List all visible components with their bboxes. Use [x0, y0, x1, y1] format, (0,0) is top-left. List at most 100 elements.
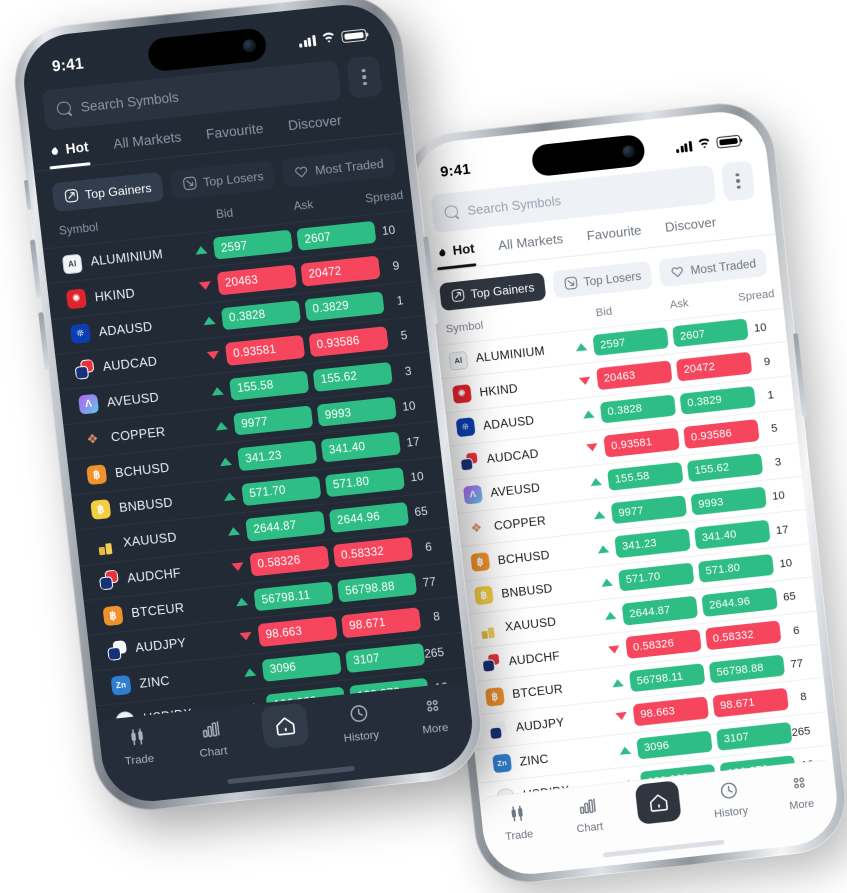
bid-price[interactable]: 20463	[596, 360, 673, 391]
arrow-up-icon	[216, 491, 243, 502]
bid-price[interactable]: 341.23	[237, 440, 318, 472]
nav-trade[interactable]: Trade	[104, 722, 172, 769]
trend-up-icon	[63, 188, 80, 204]
nav-home[interactable]	[252, 702, 320, 750]
kebab-menu-icon[interactable]	[720, 160, 756, 202]
bid-price[interactable]: 3096	[261, 651, 342, 682]
ask-price[interactable]: 2644.96	[328, 502, 410, 533]
bid-price[interactable]: 0.93581	[603, 427, 680, 458]
ask-price[interactable]: 20472	[300, 255, 381, 287]
nav-history[interactable]: History	[697, 776, 762, 822]
ask-price[interactable]: 9993	[690, 486, 767, 516]
symbol-label: XAUUSD	[122, 530, 178, 551]
symbol-label: ZINC	[138, 673, 171, 691]
symbol-label: COPPER	[493, 514, 547, 534]
bid-price[interactable]: 2644.87	[621, 595, 699, 626]
bid-price[interactable]: 0.58326	[249, 545, 330, 577]
bid-price[interactable]: 571.70	[241, 475, 322, 507]
symbol-label: BCHUSD	[497, 547, 551, 567]
power-button[interactable]	[793, 333, 807, 418]
bid-price[interactable]: 56798.11	[628, 663, 706, 693]
aave-icon: Λ	[462, 484, 483, 505]
nav-chart[interactable]: Chart	[178, 714, 246, 761]
spread-value: 10	[771, 488, 786, 504]
ask-price[interactable]: 0.58332	[332, 537, 414, 568]
bid-price[interactable]: 2644.87	[245, 510, 326, 542]
bid-price[interactable]: 9977	[233, 405, 314, 436]
ask-price[interactable]: 0.58332	[705, 620, 782, 651]
trend-up-icon	[450, 288, 466, 304]
ask-price[interactable]: 0.93586	[683, 419, 760, 449]
ask-price[interactable]: 341.40	[320, 431, 401, 463]
tab-discover[interactable]: Discover	[287, 113, 343, 144]
kebab-menu-icon[interactable]	[346, 55, 383, 99]
nav-home[interactable]	[627, 780, 692, 826]
nav-more[interactable]: More	[768, 769, 833, 815]
symbol-label: AUDCAD	[102, 354, 158, 375]
bid-price[interactable]: 0.3828	[220, 299, 302, 331]
ask-price[interactable]: 0.3829	[304, 291, 385, 322]
ask-price[interactable]: 2607	[296, 220, 377, 252]
bid-price[interactable]: 155.58	[229, 370, 310, 401]
row-symbol: Al ALUMINIUM	[61, 242, 190, 275]
bid-price[interactable]: 2597	[592, 327, 669, 357]
symbol-label: HKIND	[478, 381, 519, 399]
bid-price[interactable]: 56798.11	[253, 581, 334, 612]
arrow-down-icon	[224, 561, 251, 572]
symbol-label: BTCEUR	[511, 682, 564, 702]
ask-price[interactable]: 2644.96	[701, 587, 778, 617]
search-icon	[56, 100, 73, 116]
bid-price[interactable]: 98.663	[632, 696, 710, 727]
ask-price[interactable]: 56798.88	[336, 572, 418, 603]
ask-price[interactable]: 0.3829	[679, 385, 756, 415]
ask-price[interactable]: 341.40	[694, 519, 771, 550]
tab-hot[interactable]: Hot	[435, 241, 477, 270]
row-symbol: ฿ BTCEUR	[102, 594, 230, 626]
arrow-up-icon	[204, 386, 231, 397]
bid-price[interactable]: 3096	[636, 730, 713, 760]
arrow-up-icon	[612, 745, 638, 755]
ask-price[interactable]: 98.671	[341, 607, 422, 639]
ask-price[interactable]: 3107	[345, 642, 426, 674]
nav-chart[interactable]: Chart	[556, 792, 621, 838]
bid-price[interactable]: 0.58326	[625, 629, 702, 659]
bid-price[interactable]: 571.70	[618, 562, 695, 592]
column-ask: Ask	[669, 295, 690, 312]
bid-price[interactable]: 0.3828	[599, 394, 677, 424]
bid-price[interactable]: 155.58	[607, 461, 684, 491]
ask-price[interactable]: 9993	[316, 396, 397, 428]
ask-price[interactable]: 571.80	[697, 553, 775, 583]
filter-label: Most Traded	[689, 256, 757, 277]
ask-price[interactable]: 571.80	[324, 466, 405, 498]
spread-value: 9	[391, 258, 400, 273]
spread-value: 10	[401, 398, 417, 414]
ask-price[interactable]: 20472	[675, 351, 753, 382]
tab-hot[interactable]: Hot	[47, 139, 91, 169]
nav-trade[interactable]: Trade	[485, 799, 550, 845]
volume-up-button[interactable]	[29, 239, 42, 298]
bid-price[interactable]: 2597	[212, 229, 293, 261]
ask-price[interactable]: 155.62	[686, 452, 764, 483]
bid-price[interactable]: 98.663	[257, 616, 338, 647]
row-symbol: ฿ BNBUSD	[90, 488, 218, 521]
grid-dots-icon	[788, 771, 810, 795]
ask-price[interactable]: 0.93586	[308, 326, 389, 357]
row-symbol: ❖ COPPER	[82, 418, 210, 450]
bid-price[interactable]: 9977	[610, 495, 688, 525]
ask-price[interactable]: 2607	[672, 318, 749, 348]
symbol-label: ADAUSD	[98, 319, 154, 340]
nav-history[interactable]: History	[326, 699, 394, 746]
ask-price[interactable]: 98.671	[712, 687, 789, 718]
silent-switch[interactable]	[23, 179, 32, 211]
ask-price[interactable]: 155.62	[312, 361, 393, 392]
bid-price[interactable]: 341.23	[614, 528, 691, 559]
nav-label: Trade	[504, 828, 534, 844]
volume-down-button[interactable]	[38, 311, 50, 371]
home-icon	[260, 702, 311, 750]
nav-more[interactable]: More	[400, 691, 468, 738]
ask-price[interactable]: 3107	[716, 721, 793, 751]
bid-price[interactable]: 0.93581	[224, 335, 306, 366]
ask-price[interactable]: 56798.88	[708, 654, 786, 684]
bid-price[interactable]: 20463	[216, 264, 298, 296]
symbol-label: BNBUSD	[500, 581, 554, 601]
